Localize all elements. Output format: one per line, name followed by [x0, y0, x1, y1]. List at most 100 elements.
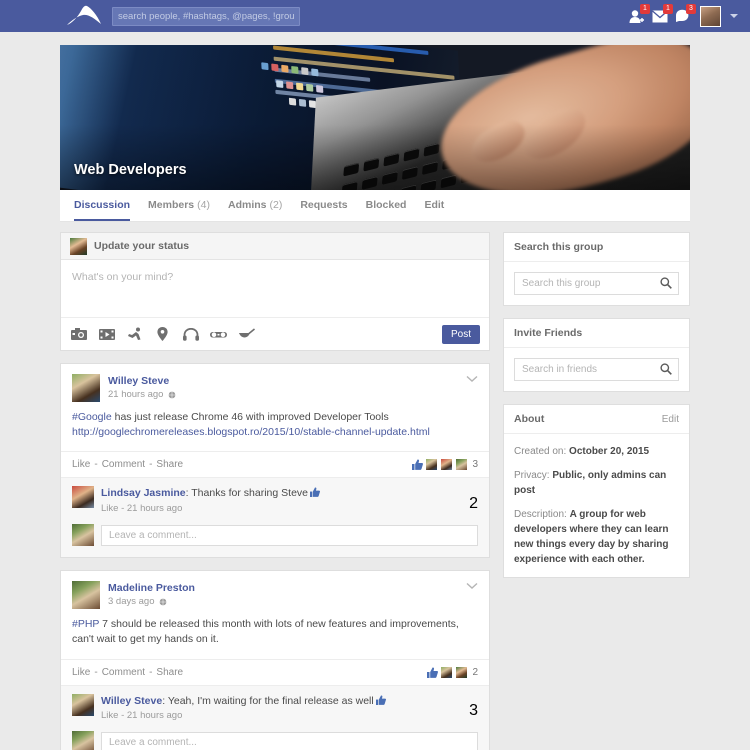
about-header: About Edit [504, 405, 689, 434]
comments-area: Willey Steve: Yeah, I'm waiting for the … [61, 684, 489, 750]
dolphin-logo[interactable] [62, 3, 106, 29]
friend-requests-icon[interactable]: 1 [628, 3, 650, 25]
like-action[interactable]: Like [72, 667, 90, 678]
invite-friends-widget: Invite Friends [503, 318, 690, 392]
tab-edit[interactable]: Edit [424, 190, 444, 221]
avatar[interactable] [72, 581, 100, 610]
search-icon[interactable] [660, 363, 672, 375]
comment: Lindsay Jasmine: Thanks for sharing Stev… [61, 478, 489, 520]
invite-friends-field [514, 358, 679, 381]
post-button[interactable]: Post [441, 324, 480, 344]
post-actions: Like - Comment - Share 2 [61, 658, 489, 685]
tab-admins[interactable]: Admins (2) [228, 190, 282, 221]
activity-icon[interactable] [126, 327, 143, 342]
share-action[interactable]: Share [156, 667, 183, 678]
tab-requests[interactable]: Requests [300, 190, 347, 221]
post-link[interactable]: http://googlechromereleases.blogspot.ro/… [72, 426, 430, 438]
hashtag-link[interactable]: #Google [72, 411, 112, 423]
post-body-text: 7 should be released this month with lot… [72, 618, 459, 646]
liker-avatar [440, 665, 454, 679]
location-icon[interactable] [154, 327, 171, 342]
comment-input[interactable] [101, 524, 478, 546]
tab-blocked[interactable]: Blocked [366, 190, 407, 221]
comment-timestamp: 21 hours ago [126, 503, 183, 515]
camera-icon[interactable] [70, 327, 87, 342]
tab-discussion[interactable]: Discussion [74, 190, 131, 221]
comment: Willey Steve: Yeah, I'm waiting for the … [61, 686, 489, 728]
messages-icon[interactable]: 1 [651, 3, 673, 25]
composer-body [61, 260, 489, 317]
comment-author[interactable]: Lindsay Jasmine [101, 487, 186, 499]
hashtag-link[interactable]: #PHP [72, 618, 99, 630]
search-group-field [514, 272, 679, 295]
notifications-icon[interactable]: 3 [674, 3, 696, 25]
sidebar-column: Search this group Invite Friends [503, 232, 690, 750]
about-created-row: Created on: October 20, 2015 [514, 444, 679, 459]
post-author[interactable]: Madeline Preston [108, 582, 195, 594]
post-text: #Google has just release Chrome 46 with … [61, 408, 489, 451]
composer-header: Update your status [61, 233, 489, 260]
post-author[interactable]: Willey Steve [108, 375, 176, 387]
chevron-down-icon[interactable] [466, 582, 478, 590]
comment-sub: Like - 21 hours ago [101, 503, 183, 515]
avatar[interactable] [72, 693, 94, 716]
chevron-down-icon[interactable] [730, 14, 738, 18]
chevron-down-icon[interactable] [466, 375, 478, 383]
comment-likes[interactable]: 3 [467, 702, 478, 721]
main-column: Update your status What's on your mind? … [60, 232, 490, 750]
share-action[interactable]: Share [156, 459, 183, 470]
globe-icon [160, 598, 167, 605]
post-likes[interactable]: 2 [427, 665, 478, 679]
search-input[interactable] [112, 7, 300, 26]
user-avatar[interactable] [700, 5, 721, 27]
food-icon[interactable] [238, 327, 255, 342]
comment-likes[interactable]: 2 [467, 495, 478, 514]
avatar [70, 237, 87, 255]
comment-input[interactable] [101, 731, 478, 750]
comment-author[interactable]: Willey Steve [101, 695, 162, 707]
global-search[interactable] [112, 6, 300, 26]
headphones-icon[interactable] [182, 327, 199, 342]
comment-action[interactable]: Comment [102, 459, 145, 470]
composer-title: Update your status [94, 240, 190, 252]
comment-sub: Like - 21 hours ago [101, 710, 183, 722]
like-action[interactable]: Like [72, 459, 90, 470]
comment-like-action[interactable]: Like [101, 710, 118, 721]
comment-main: Willey Steve: Yeah, I'm waiting for the … [101, 694, 460, 722]
tab-members[interactable]: Members (4) [148, 190, 210, 221]
about-edit-link[interactable]: Edit [662, 414, 679, 425]
comment-timestamp: 21 hours ago [126, 710, 183, 722]
top-navbar: 1 1 3 [0, 0, 750, 32]
widget-body [504, 348, 689, 391]
comment-action[interactable]: Comment [102, 667, 145, 678]
search-icon[interactable] [660, 277, 672, 289]
notifications-badge: 3 [686, 3, 696, 14]
about-privacy-label: Privacy: [514, 470, 553, 481]
post-actions: Like - Comment - Share 3 [61, 451, 489, 477]
tab-label: Edit [424, 198, 445, 211]
thumbs-up-icon [427, 667, 439, 678]
avatar[interactable] [72, 486, 94, 509]
about-widget: About Edit Created on: October 20, 2015 … [503, 404, 690, 578]
widget-body [504, 262, 689, 305]
tab-label: Members [148, 198, 195, 211]
tab-label: Admins [227, 198, 267, 211]
messages-badge: 1 [663, 3, 673, 14]
search-group-widget: Search this group [503, 232, 690, 306]
post-text: #PHP 7 should be released this month wit… [61, 615, 489, 658]
gamepad-icon[interactable] [210, 327, 227, 342]
post-likes[interactable]: 3 [412, 458, 478, 472]
liker-avatar [455, 665, 469, 679]
comment-composer [61, 520, 489, 557]
about-privacy-row: Privacy: Public, only admins can post [514, 468, 679, 498]
tab-count: (2) [269, 198, 283, 211]
status-input[interactable] [72, 271, 478, 303]
group-container: Web Developers Discussion Members (4) Ad… [60, 45, 690, 750]
avatar[interactable] [72, 374, 100, 402]
video-icon[interactable] [98, 327, 115, 342]
search-group-input[interactable] [514, 272, 679, 295]
thumbs-up-icon [412, 459, 424, 471]
invite-friends-input[interactable] [514, 358, 679, 381]
comment-like-action[interactable]: Like [101, 503, 118, 514]
composer-footer: Post [61, 317, 489, 350]
